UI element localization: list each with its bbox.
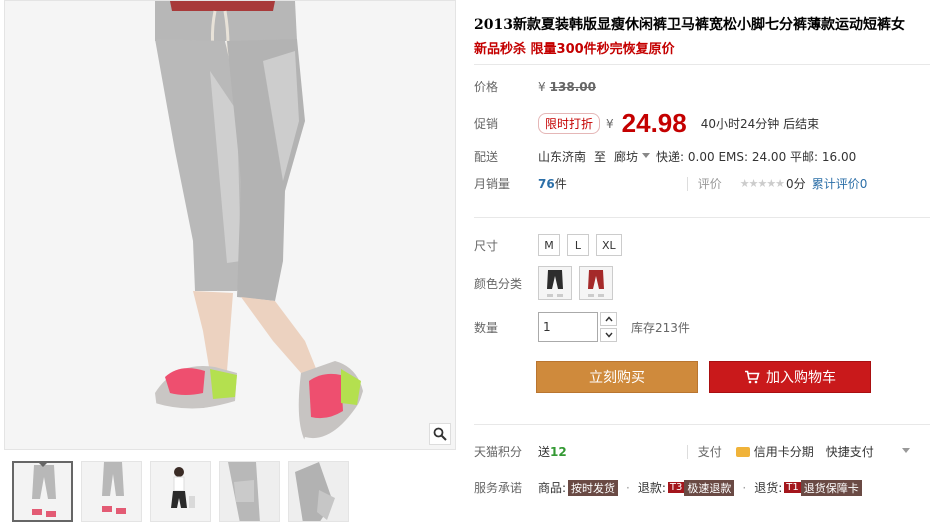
color-row: 颜色分类: [474, 266, 620, 300]
chevron-up-icon: [604, 316, 613, 322]
product-photo: [5, 1, 455, 449]
add-to-cart-button[interactable]: 加入购物车: [709, 361, 871, 393]
promo-currency: ¥: [606, 116, 614, 131]
ship-from: 山东济南: [538, 150, 587, 164]
points-label: 天猫积分: [474, 445, 523, 459]
ship-to-select[interactable]: 廊坊: [614, 148, 638, 165]
refund-tag[interactable]: 极速退款: [684, 479, 735, 496]
sales-count: 76: [538, 176, 555, 191]
divider: [474, 424, 930, 425]
star-rating: ★★★★★: [739, 177, 785, 190]
refund-t-badge: T3: [667, 482, 685, 493]
quantity-increase-button[interactable]: [600, 312, 617, 326]
shipping-fees: 快递: 0.00 EMS: 24.00 平邮: 16.00: [656, 150, 857, 164]
sales-label: 月销量: [474, 177, 511, 191]
size-row: 尺寸 M L XL: [474, 234, 629, 256]
chevron-down-icon[interactable]: [642, 153, 651, 158]
service-label: 服务承诺: [474, 481, 523, 495]
product-title: 2013新款夏装韩版显瘦休闲裤卫马裤宽松小脚七分裤薄款运动短裤女: [474, 17, 905, 33]
sales-row: 月销量 76 件 评价 ★★★★★ 0分 累计评价0: [474, 175, 867, 192]
quick-pay-link[interactable]: 快捷支付: [826, 443, 874, 460]
size-option-l[interactable]: L: [567, 234, 589, 256]
delivery-label: 配送: [474, 150, 499, 164]
currency-symbol: ¥: [538, 79, 546, 94]
color-label: 颜色分类: [474, 276, 523, 291]
divider: [474, 64, 930, 65]
thumbnail-2[interactable]: [81, 461, 142, 522]
quantity-label: 数量: [474, 320, 499, 335]
add-to-cart-label: 加入购物车: [766, 370, 836, 386]
chevron-down-icon: [604, 332, 613, 338]
divider: [474, 217, 930, 218]
buy-now-label: 立刻购买: [589, 370, 645, 386]
product-subtitle: 新品秒杀 限量300件秒完恢复原价: [474, 42, 675, 57]
quantity-row: 数量 库存213件: [474, 312, 690, 342]
divider: [686, 176, 688, 191]
ship-to-word: 至: [594, 150, 607, 164]
promo-label: 促销: [474, 117, 499, 131]
quantity-decrease-button[interactable]: [600, 328, 617, 342]
original-price: 138.00: [549, 79, 596, 94]
size-option-m[interactable]: M: [538, 234, 560, 256]
price-row: 价格 ¥ 138.00: [474, 78, 596, 95]
quantity-input[interactable]: [538, 312, 598, 342]
rating-score: 0分: [786, 177, 806, 191]
points-row: 天猫积分 送12 支付 信用卡分期 快捷支付: [474, 443, 916, 460]
thumbnail-5[interactable]: [288, 461, 349, 522]
promo-price: 24.98: [621, 108, 687, 138]
zoom-icon: [433, 427, 447, 441]
thumbnail-1[interactable]: [12, 461, 73, 522]
divider: [686, 444, 688, 459]
main-product-image[interactable]: [4, 0, 456, 450]
separator-dot: ·: [742, 480, 747, 495]
goods-label: 商品:: [538, 481, 567, 495]
pay-label: 支付: [697, 445, 722, 459]
color-swatch-black[interactable]: [538, 266, 572, 300]
size-label: 尺寸: [474, 238, 499, 253]
credit-card-icon: [735, 446, 750, 457]
thumbnail-list: [12, 461, 349, 522]
countdown-text: 40小时24分钟 后结束: [700, 117, 820, 131]
separator-dot: ·: [626, 480, 630, 495]
goods-tag[interactable]: 按时发货: [568, 479, 619, 496]
buy-now-button[interactable]: 立刻购买: [536, 361, 698, 393]
refund-label: 退款:: [637, 481, 666, 495]
promo-row: 促销 限时打折 ¥ 24.98 40小时24分钟 后结束: [474, 108, 819, 139]
review-link[interactable]: 累计评价0: [812, 175, 868, 192]
credit-installment-link[interactable]: 信用卡分期: [754, 443, 814, 460]
sales-unit: 件: [554, 177, 567, 191]
rating-label: 评价: [697, 177, 722, 191]
points-value-wrap: 送12: [538, 443, 567, 460]
price-label: 价格: [474, 80, 499, 94]
color-swatch-red[interactable]: [579, 266, 613, 300]
promo-badge: 限时打折: [538, 113, 601, 134]
return-t-badge: T1: [784, 482, 801, 493]
delivery-row: 配送 山东济南 至 廊坊 快递: 0.00 EMS: 24.00 平邮: 16.…: [474, 148, 856, 165]
thumbnail-3[interactable]: [150, 461, 211, 522]
points-value: 12: [550, 445, 567, 459]
image-gallery: [4, 0, 456, 530]
thumbnail-4[interactable]: [219, 461, 280, 522]
return-tag[interactable]: 退货保障卡: [800, 479, 862, 496]
service-row: 服务承诺 商品: 按时发货 · 退款: T3 极速退款 · 退货: T1 退货保障卡: [474, 479, 862, 496]
quantity-stepper: [600, 312, 617, 342]
stock-text: 库存213件: [631, 320, 690, 335]
zoom-button[interactable]: [429, 423, 451, 445]
cart-icon: [745, 370, 760, 384]
return-label: 退货:: [754, 481, 783, 495]
chevron-down-icon[interactable]: [901, 448, 910, 453]
product-info: 2013新款夏装韩版显瘦休闲裤卫马裤宽松小脚七分裤薄款运动短裤女 新品秒杀 限量…: [466, 0, 930, 530]
points-prefix: 送: [538, 445, 551, 459]
size-option-xl[interactable]: XL: [596, 234, 622, 256]
